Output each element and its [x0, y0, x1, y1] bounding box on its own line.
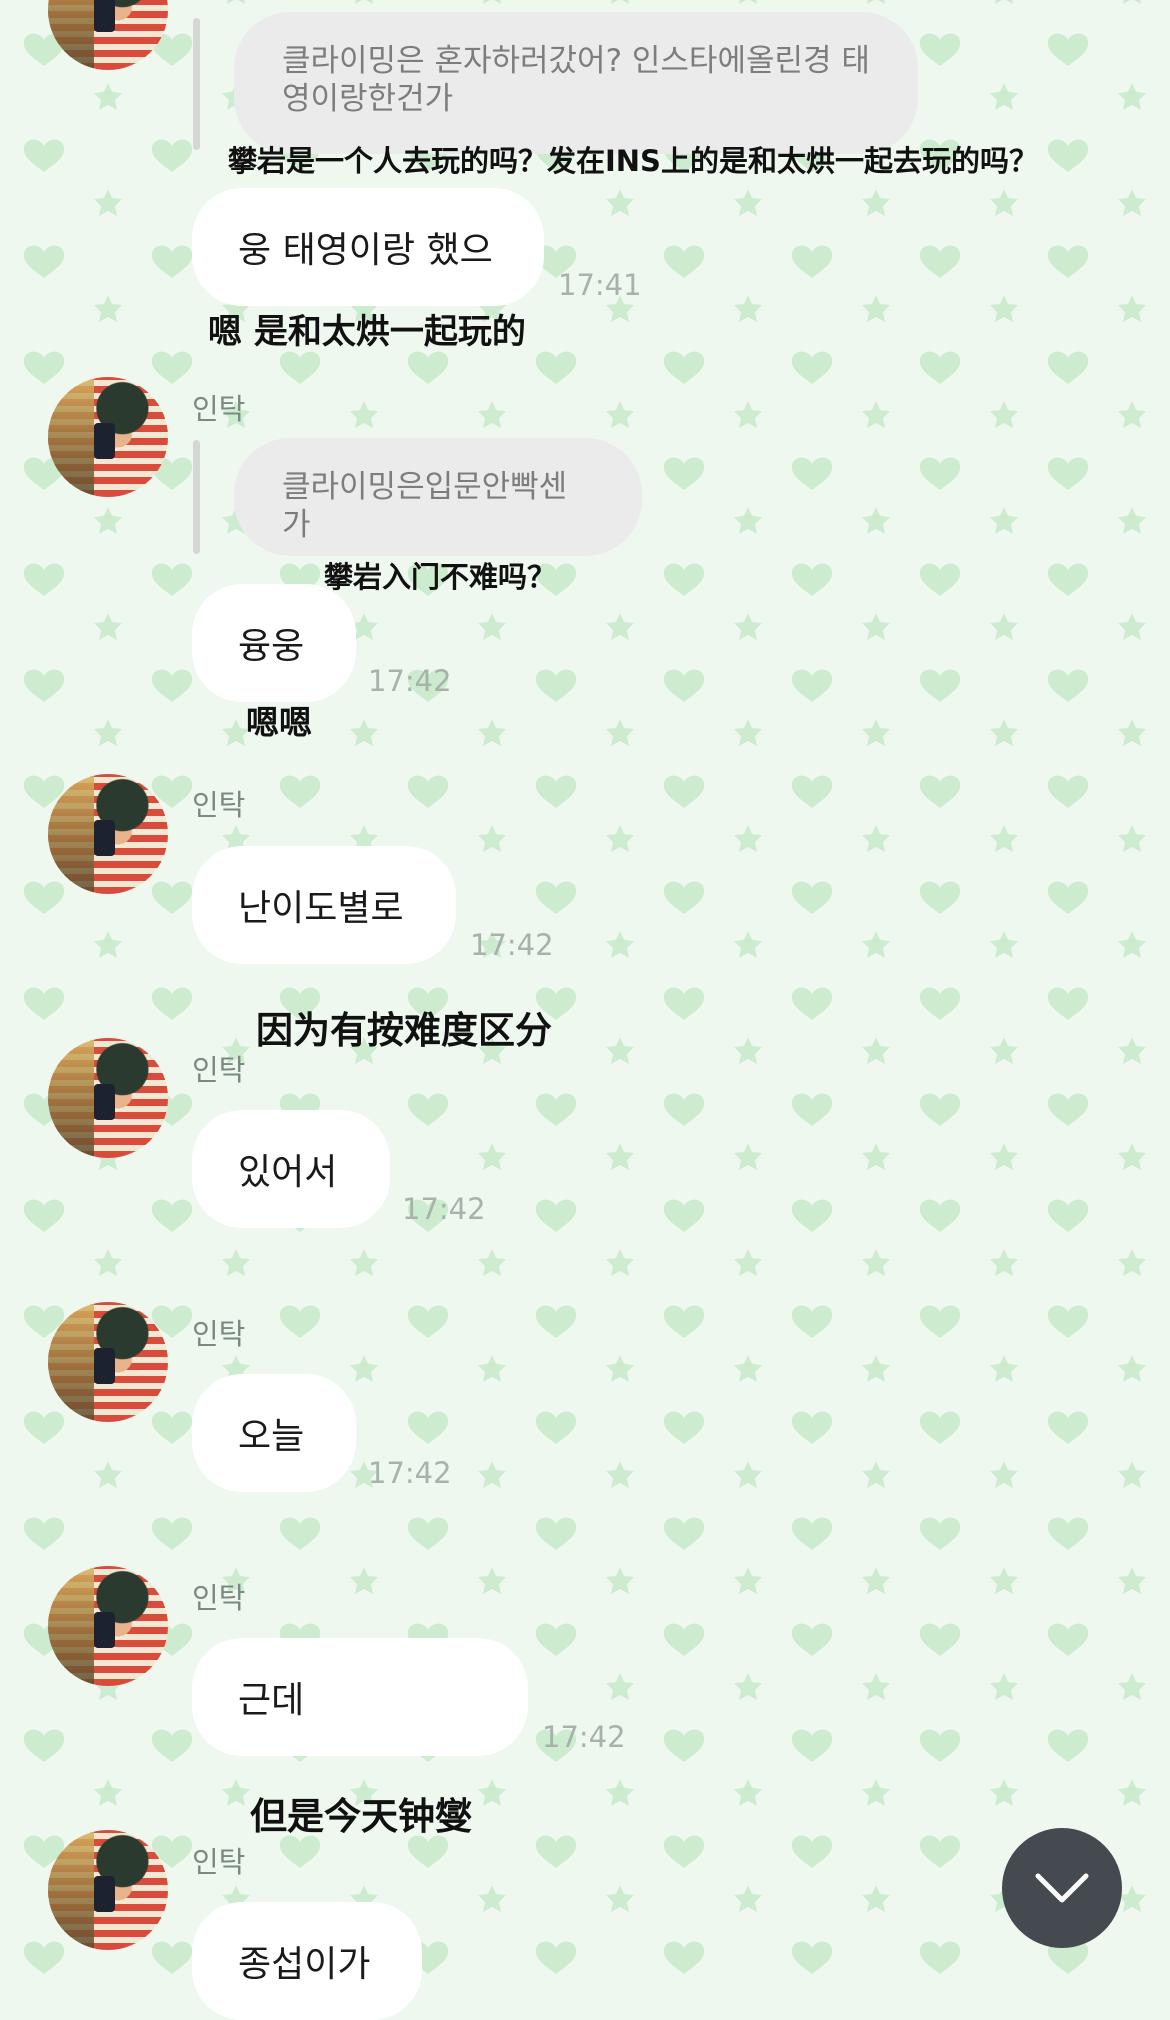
sender-name: 인탁: [192, 1053, 246, 1087]
message-text: 종섭이가: [238, 1944, 371, 1985]
message-bubble[interactable]: 있어서: [192, 1110, 390, 1228]
sender-name: 인탁: [192, 788, 246, 822]
quoted-text: 클라이밍은 혼자하러갔어? 인스타에올린경 태영이랑한건가: [282, 43, 870, 117]
quote-bar: [193, 18, 200, 150]
sender-name: 인탁: [192, 1581, 246, 1615]
message-text: 오늘: [238, 1416, 305, 1457]
quote-bar: [193, 440, 200, 554]
message-text: 있어서: [238, 1152, 338, 1193]
message-bubble[interactable]: 웅 태영이랑 했으: [192, 188, 544, 306]
message-bubble[interactable]: 융웅: [192, 584, 356, 702]
avatar[interactable]: [48, 377, 168, 497]
message-time: 17:42: [402, 1192, 486, 1226]
message-bubble[interactable]: 난이도별로: [192, 846, 456, 964]
message-time: 17:42: [368, 1456, 452, 1490]
message-text: 근데: [238, 1680, 305, 1721]
message-bubble[interactable]: 근데: [192, 1638, 528, 1756]
quoted-message[interactable]: 클라이밍은입문안빡센가: [234, 438, 642, 556]
sender-name: 인탁: [192, 392, 246, 426]
avatar[interactable]: [48, 1566, 168, 1686]
message-text: 난이도별로: [238, 888, 404, 929]
message-bubble[interactable]: 오늘: [192, 1374, 356, 1492]
avatar[interactable]: [48, 774, 168, 894]
sender-name: 인탁: [192, 1845, 246, 1879]
avatar[interactable]: [48, 1830, 168, 1950]
message-time: 17:41: [558, 268, 642, 302]
avatar[interactable]: [48, 1302, 168, 1422]
message-time: 17:42: [470, 928, 554, 962]
message-text: 웅 태영이랑 했으: [238, 230, 493, 271]
translation-caption: 攀岩是一个人去玩的吗？发在INS上的是和太烘一起去玩的吗？: [228, 144, 1038, 178]
translation-caption: 但是今天钟燮: [250, 1795, 472, 1838]
chevron-down-icon: [1035, 1873, 1089, 1903]
avatar[interactable]: [48, 1038, 168, 1158]
translation-caption: 嗯 是和太烘一起玩的: [208, 312, 526, 352]
message-time: 17:42: [542, 1720, 626, 1754]
translation-caption: 嗯嗯: [246, 703, 312, 742]
quoted-message[interactable]: 클라이밍은 혼자하러갔어? 인스타에올린경 태영이랑한건가: [234, 12, 918, 154]
scroll-to-bottom-button[interactable]: [1002, 1828, 1122, 1948]
message-bubble[interactable]: 종섭이가: [192, 1902, 422, 2020]
sender-name: 인탁: [192, 1317, 246, 1351]
message-time: 17:42: [368, 664, 452, 698]
translation-caption: 因为有按难度区分: [256, 1009, 552, 1052]
translation-caption: 攀岩入门不难吗？: [324, 560, 557, 594]
message-text: 융웅: [238, 626, 305, 667]
quoted-text: 클라이밍은입문안빡센가: [282, 469, 568, 543]
